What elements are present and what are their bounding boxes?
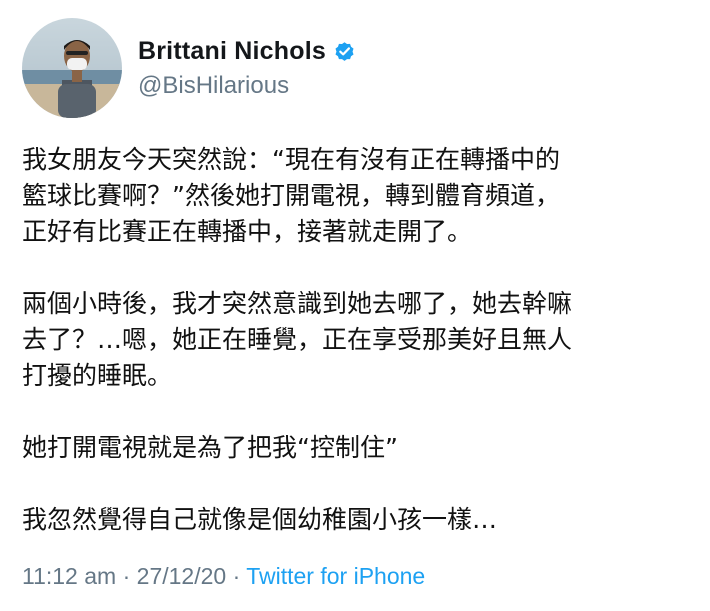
- tweet-text: 我女朋友今天突然說：“現在有沒有正在轉播中的 籃球比賽啊？”然後她打開電視，轉到…: [22, 142, 698, 538]
- tweet-line: 正好有比賽正在轉播中，接著就走開了。: [22, 217, 473, 246]
- tweet-line: 我女朋友今天突然說：“現在有沒有正在轉播中的: [22, 145, 560, 174]
- tweet-paragraph: 我女朋友今天突然說：“現在有沒有正在轉播中的 籃球比賽啊？”然後她打開電視，轉到…: [22, 142, 698, 250]
- name-row: Brittani Nichols: [138, 37, 356, 66]
- tweet-source-link[interactable]: Twitter for iPhone: [246, 563, 425, 589]
- meta-separator: ·: [232, 563, 241, 589]
- tweet-line: 去了？…嗯，她正在睡覺，正在享受那美好且無人: [22, 325, 573, 354]
- tweet-line: 打擾的睡眠。: [22, 361, 173, 390]
- tweet-card: Brittani Nichols @BisHilarious 我女朋友今天突然說…: [0, 0, 710, 611]
- verified-badge-icon: [333, 40, 356, 63]
- tweet-paragraph: 我忽然覺得自己就像是個幼稚園小孩一樣…: [22, 502, 698, 538]
- avatar-image: [22, 18, 122, 118]
- tweet-line: 我忽然覺得自己就像是個幼稚園小孩一樣…: [22, 505, 498, 534]
- tweet-line: 籃球比賽啊？”然後她打開電視，轉到體育頻道，: [22, 181, 560, 210]
- display-name[interactable]: Brittani Nichols: [138, 37, 326, 66]
- tweet-date[interactable]: 27/12/20: [137, 563, 227, 589]
- avatar[interactable]: [22, 18, 122, 118]
- tweet-line: 兩個小時後，我才突然意識到她去哪了，她去幹嘛: [22, 289, 573, 318]
- tweet-paragraph: 兩個小時後，我才突然意識到她去哪了，她去幹嘛 去了？…嗯，她正在睡覺，正在享受那…: [22, 286, 698, 394]
- meta-separator: ·: [122, 563, 131, 589]
- tweet-header: Brittani Nichols @BisHilarious: [22, 18, 356, 118]
- tweet-time[interactable]: 11:12 am: [22, 563, 116, 589]
- tweet-line: 她打開電視就是為了把我“控制住”: [22, 433, 398, 462]
- user-info: Brittani Nichols @BisHilarious: [138, 37, 356, 100]
- user-handle[interactable]: @BisHilarious: [138, 72, 356, 100]
- tweet-paragraph: 她打開電視就是為了把我“控制住”: [22, 430, 698, 466]
- tweet-meta: 11:12 am · 27/12/20 · Twitter for iPhone: [22, 563, 425, 590]
